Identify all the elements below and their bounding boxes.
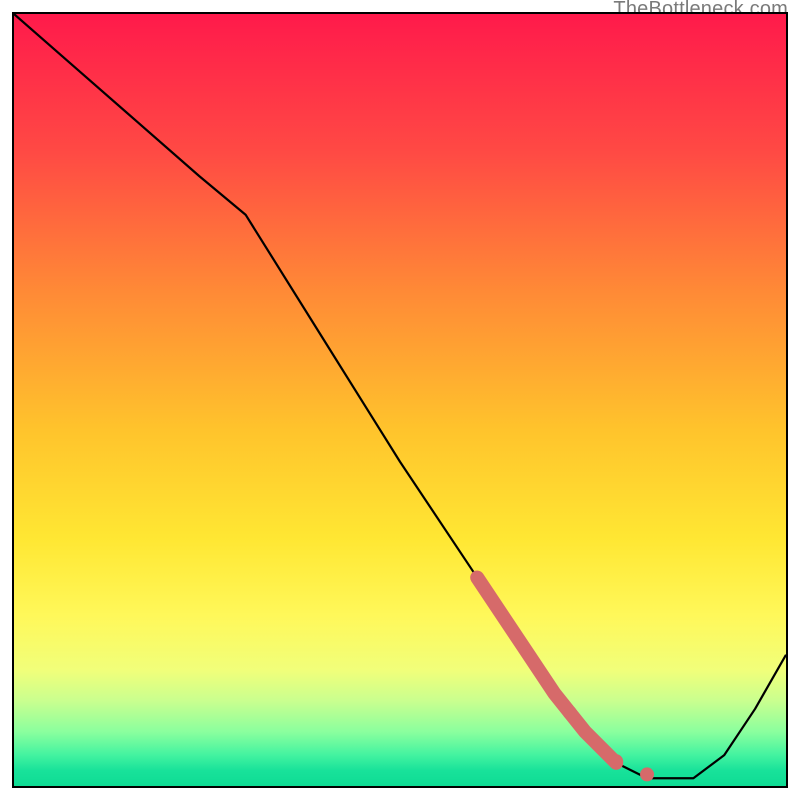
chart-svg	[14, 14, 786, 786]
plot-area	[12, 12, 788, 788]
marker-dot-2	[640, 767, 654, 781]
marker-dot-1	[609, 754, 623, 768]
marker-dot-0	[563, 706, 577, 720]
highlight-segment	[477, 578, 616, 763]
bottleneck-curve	[14, 14, 786, 778]
chart-container: TheBottleneck.com	[0, 0, 800, 800]
